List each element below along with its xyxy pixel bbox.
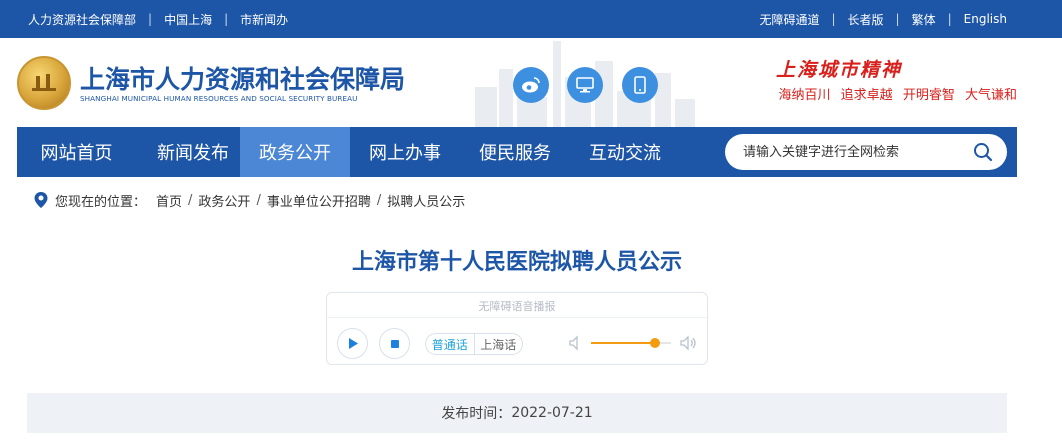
stop-button[interactable] bbox=[379, 328, 410, 359]
search-box bbox=[725, 134, 1007, 170]
breadcrumb: 您现在的位置： 首页 / 政务公开 / 事业单位公开招聘 / 拟聘人员公示 bbox=[33, 190, 465, 210]
language-toggle: 普通话 上海话 bbox=[425, 333, 523, 355]
nav-item-home[interactable]: 网站首页 bbox=[17, 127, 136, 177]
play-button[interactable] bbox=[337, 328, 368, 359]
breadcrumb-lead: 您现在的位置： bbox=[55, 194, 147, 210]
volume-knob[interactable] bbox=[650, 338, 660, 348]
monitor-icon[interactable] bbox=[567, 67, 603, 103]
slogan-item: 追求卓越 bbox=[840, 88, 893, 103]
page-title: 上海市第十人民医院拟聘人员公示 bbox=[351, 250, 682, 275]
bureau-emblem-logo[interactable] bbox=[17, 56, 71, 110]
location-pin-icon bbox=[34, 192, 48, 208]
top-bar-left-links: 人力资源社会保障部 | 中国上海 | 市新闻办 bbox=[28, 0, 288, 38]
nav-item-government-affairs[interactable]: 政务公开 bbox=[240, 127, 350, 177]
play-icon bbox=[348, 338, 358, 349]
volume-slider[interactable] bbox=[591, 338, 671, 348]
link-china-shanghai[interactable]: 中国上海 bbox=[164, 11, 212, 28]
breadcrumb-separator: / bbox=[188, 192, 193, 208]
site-header: 上海市人力资源和社会保障局 SHANGHAI MUNICIPAL HUMAN R… bbox=[0, 38, 1062, 127]
volume-fill bbox=[591, 342, 655, 344]
audio-player: 无障碍语音播报 普通话 上海话 bbox=[326, 292, 708, 365]
search-input[interactable] bbox=[743, 140, 963, 164]
link-elder-version[interactable]: 长者版 bbox=[848, 11, 884, 28]
stop-icon bbox=[390, 339, 399, 348]
mobile-icon[interactable] bbox=[622, 67, 658, 103]
volume-up-icon[interactable] bbox=[679, 334, 697, 352]
slogan-item: 大气谦和 bbox=[964, 88, 1017, 103]
nav-item-interaction[interactable]: 互动交流 bbox=[570, 127, 680, 177]
publish-date: 2022-07-21 bbox=[511, 405, 593, 421]
separator: | bbox=[831, 12, 836, 26]
publish-info-bar: 发布时间： 2022-07-21 bbox=[27, 393, 1007, 433]
nav-item-online-services[interactable]: 网上办事 bbox=[350, 127, 460, 177]
top-bar: 人力资源社会保障部 | 中国上海 | 市新闻办 无障碍通道 | 长者版 | 繁体… bbox=[0, 0, 1062, 38]
lang-shanghainese[interactable]: 上海话 bbox=[475, 334, 523, 354]
link-english[interactable]: English bbox=[964, 12, 1007, 26]
nav-item-public-services[interactable]: 便民服务 bbox=[460, 127, 570, 177]
separator: | bbox=[895, 12, 900, 26]
slogan-item: 开明睿智 bbox=[902, 88, 955, 103]
breadcrumb-separator: / bbox=[256, 192, 261, 208]
separator: | bbox=[224, 12, 229, 26]
lang-mandarin[interactable]: 普通话 bbox=[426, 334, 475, 354]
link-mohrss[interactable]: 人力资源社会保障部 bbox=[28, 11, 136, 28]
weibo-icon[interactable] bbox=[513, 67, 549, 103]
breadcrumb-recruitment[interactable]: 事业单位公开招聘 bbox=[267, 191, 371, 210]
main-nav: 网站首页 新闻发布 政务公开 网上办事 便民服务 互动交流 bbox=[17, 127, 1017, 177]
publish-label: 发布时间： bbox=[441, 406, 512, 422]
city-spirit-title: 上海城市精神 bbox=[775, 59, 902, 81]
breadcrumb-current[interactable]: 拟聘人员公示 bbox=[387, 191, 465, 210]
breadcrumb-government-affairs[interactable]: 政务公开 bbox=[198, 191, 250, 210]
link-accessibility[interactable]: 无障碍通道 bbox=[759, 11, 819, 28]
link-traditional-chinese[interactable]: 繁体 bbox=[912, 11, 936, 28]
link-news-office[interactable]: 市新闻办 bbox=[240, 11, 288, 28]
city-spirit-slogans: 海纳百川 追求卓越 开明睿智 大气谦和 bbox=[773, 84, 1017, 103]
volume-down-icon[interactable] bbox=[567, 334, 585, 352]
site-subtitle: SHANGHAI MUNICIPAL HUMAN RESOURCES AND S… bbox=[80, 94, 358, 103]
separator: | bbox=[148, 12, 153, 26]
nav-item-news[interactable]: 新闻发布 bbox=[136, 127, 250, 177]
breadcrumb-separator: / bbox=[376, 192, 382, 208]
top-bar-right-links: 无障碍通道 | 长者版 | 繁体 | English bbox=[759, 0, 1007, 38]
breadcrumb-home[interactable]: 首页 bbox=[156, 191, 182, 210]
separator: | bbox=[947, 12, 952, 26]
slogan-item: 海纳百川 bbox=[778, 88, 831, 103]
site-title[interactable]: 上海市人力资源和社会保障局 bbox=[80, 60, 405, 96]
audio-player-title: 无障碍语音播报 bbox=[478, 300, 556, 313]
search-icon[interactable] bbox=[973, 142, 993, 162]
